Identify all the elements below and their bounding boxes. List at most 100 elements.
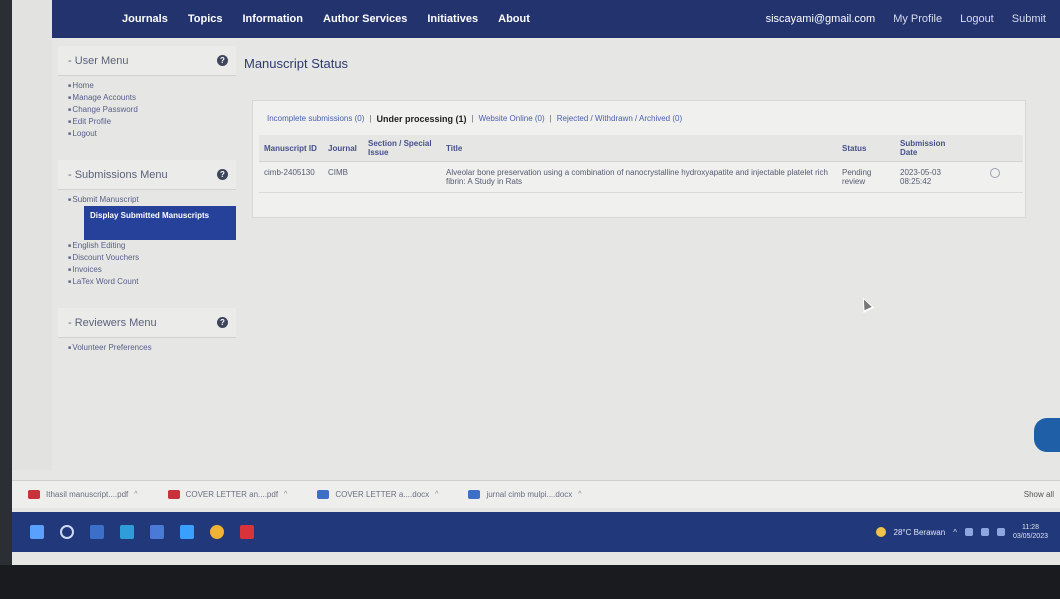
download-item[interactable]: COVER LETTER a....docx ^ (317, 490, 438, 499)
submit-link[interactable]: Submit (1012, 13, 1046, 25)
manuscript-table: Manuscript ID Journal Section / Special … (259, 135, 1023, 193)
user-menu-item-logout[interactable]: Logout (68, 128, 236, 140)
submissions-item-submit-manuscript[interactable]: Submit Manuscript (68, 194, 236, 206)
wps-office-icon[interactable] (240, 525, 254, 539)
chevron-up-icon[interactable]: ^ (284, 491, 287, 498)
chevron-up-icon[interactable]: ^ (953, 528, 957, 537)
cell-date: 2023-05-03 08:25:42 (895, 161, 967, 193)
user-menu-item-change-password[interactable]: Change Password (68, 104, 236, 116)
left-strip (12, 0, 52, 470)
cell-section (363, 161, 441, 193)
chrome-icon[interactable] (210, 525, 224, 539)
status-tabs: Incomplete submissions (0) | Under proce… (267, 114, 682, 124)
chat-icon[interactable] (1034, 418, 1060, 452)
cell-title: Alveolar bone preservation using a combi… (441, 161, 837, 193)
magnifier-icon[interactable] (990, 168, 1000, 178)
header-section[interactable]: Section / Special Issue (363, 135, 441, 162)
header-submission-date[interactable]: Submission Date (895, 135, 967, 162)
cell-journal: CIMB (323, 161, 363, 193)
user-menu-header[interactable]: - User Menu ? (58, 46, 236, 76)
download-item[interactable]: Ithasil manuscript....pdf ^ (28, 490, 138, 499)
mail-icon[interactable] (150, 525, 164, 539)
header-actions (967, 135, 1023, 162)
help-icon[interactable]: ? (217, 55, 228, 66)
windows-start-icon[interactable] (30, 525, 44, 539)
weather-icon (875, 527, 886, 537)
download-item[interactable]: COVER LETTER an....pdf ^ (167, 490, 287, 499)
volume-icon[interactable] (980, 528, 989, 536)
header-manuscript-id[interactable]: Manuscript ID (259, 135, 323, 162)
pdf-file-icon (28, 490, 40, 499)
tab-rejected[interactable]: Rejected / Withdrawn / Archived (0) (557, 114, 682, 124)
cell-manuscript-id[interactable]: cimb-2405130 (259, 161, 323, 193)
chevron-up-icon[interactable]: ^ (134, 491, 137, 498)
tab-under-processing[interactable]: Under processing (1) (376, 114, 466, 124)
show-all-button[interactable]: Show all (1024, 490, 1054, 499)
clock[interactable]: 11:28 03/05/2023 (1013, 523, 1048, 541)
reviewers-menu-header[interactable]: - Reviewers Menu ? (58, 308, 236, 338)
sidebar: - User Menu ? Home Manage Accounts Chang… (58, 46, 236, 466)
user-menu-title: - User Menu (68, 54, 129, 67)
header-status[interactable]: Status (837, 135, 895, 162)
system-tray: 28°C Berawan ^ 11:28 03/05/2023 (875, 523, 1060, 541)
user-menu-item-manage-accounts[interactable]: Manage Accounts (68, 92, 236, 104)
downloads-bar: Ithasil manuscript....pdf ^ COVER LETTER… (12, 480, 1060, 508)
download-name: COVER LETTER a....docx (335, 490, 430, 499)
nav-right: siscayami@gmail.com My Profile Logout Su… (766, 13, 1046, 25)
submissions-item-discount-vouchers[interactable]: Discount Vouchers (68, 252, 236, 264)
submissions-item-latex-word-count[interactable]: LaTex Word Count (68, 276, 236, 288)
edge-browser-icon[interactable] (120, 525, 134, 539)
task-view-icon[interactable] (90, 525, 104, 539)
help-icon[interactable]: ? (217, 169, 228, 180)
weather-text[interactable]: 28°C Berawan (894, 528, 946, 537)
my-profile-link[interactable]: My Profile (893, 13, 942, 25)
chevron-up-icon[interactable]: ^ (435, 491, 438, 498)
download-name: Ithasil manuscript....pdf (46, 490, 129, 499)
reviewers-menu-title: - Reviewers Menu (68, 316, 157, 329)
nav-about[interactable]: About (498, 13, 530, 25)
user-menu-item-edit-profile[interactable]: Edit Profile (68, 116, 236, 128)
tab-website-online[interactable]: Website Online (0) (479, 114, 545, 124)
user-email-link[interactable]: siscayami@gmail.com (766, 13, 876, 25)
reviewers-item-volunteer-preferences[interactable]: Volunteer Preferences (68, 342, 236, 354)
search-icon[interactable] (60, 525, 74, 539)
pdf-file-icon (167, 490, 180, 499)
cell-actions (967, 161, 1023, 193)
manuscript-panel: Incomplete submissions (0) | Under proce… (252, 100, 1026, 218)
logout-link[interactable]: Logout (960, 13, 994, 25)
tab-incomplete[interactable]: Incomplete submissions (0) (267, 114, 364, 124)
clock-time: 11:28 (1021, 524, 1039, 531)
nav-initiatives[interactable]: Initiatives (427, 13, 478, 25)
nav-left: Journals Topics Information Author Servi… (122, 13, 530, 25)
page-title: Manuscript Status (244, 56, 349, 71)
help-icon[interactable]: ? (217, 317, 228, 328)
header-title[interactable]: Title (441, 135, 837, 162)
table-row[interactable]: cimb-2405130 CIMB Alveolar bone preserva… (259, 161, 1023, 193)
nav-journals[interactable]: Journals (122, 13, 168, 25)
word-file-icon (317, 490, 330, 499)
network-icon[interactable] (964, 528, 973, 536)
bezel-bottom (0, 565, 1060, 599)
cell-status: Pending review (837, 161, 895, 193)
table-header-row: Manuscript ID Journal Section / Special … (259, 135, 1023, 162)
file-explorer-icon[interactable] (180, 525, 194, 539)
user-menu-list: Home Manage Accounts Change Password Edi… (58, 76, 236, 146)
submissions-menu-title: - Submissions Menu (68, 168, 168, 181)
submissions-item-invoices[interactable]: Invoices (68, 264, 236, 276)
submissions-menu-header[interactable]: - Submissions Menu ? (58, 160, 236, 190)
header-journal[interactable]: Journal (323, 135, 363, 162)
nav-topics[interactable]: Topics (188, 13, 223, 25)
nav-author-services[interactable]: Author Services (323, 13, 407, 25)
reviewers-menu-list: Volunteer Preferences (58, 338, 236, 360)
submissions-item-english-editing[interactable]: English Editing (68, 240, 236, 252)
chevron-up-icon[interactable]: ^ (578, 491, 581, 498)
tab-separator: | (471, 114, 474, 123)
tab-separator: | (549, 114, 552, 123)
clock-date: 03/05/2023 (1012, 533, 1048, 540)
nav-information[interactable]: Information (243, 13, 304, 25)
download-item[interactable]: jurnal cimb mulpi....docx ^ (468, 490, 582, 499)
submissions-item-display-submitted[interactable]: Display Submitted Manuscripts (84, 206, 236, 240)
tab-separator: | (369, 114, 372, 123)
battery-icon[interactable] (996, 528, 1005, 536)
user-menu-item-home[interactable]: Home (68, 80, 236, 92)
